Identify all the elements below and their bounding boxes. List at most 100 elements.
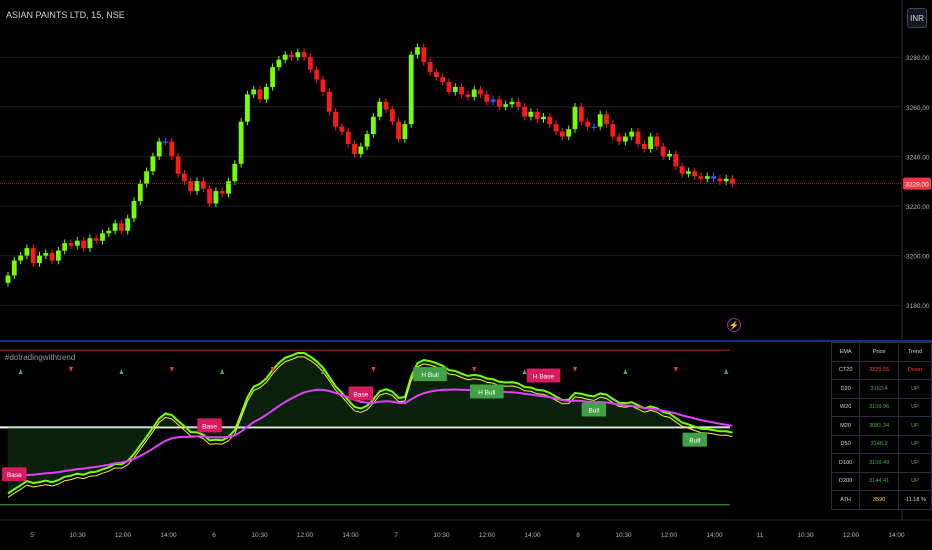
candle-body [686, 171, 691, 174]
candle-body [591, 126, 597, 128]
candle-body [673, 153, 679, 167]
candle-body [459, 86, 464, 95]
candle-body [421, 47, 427, 63]
candle-body [515, 101, 521, 107]
candle-body [326, 91, 332, 112]
candle-body [730, 178, 735, 184]
candle-body [566, 129, 572, 137]
time-tick-label: 10:30 [69, 532, 86, 539]
candle-body [364, 134, 370, 147]
candle-body [427, 62, 433, 73]
candle-body [276, 59, 282, 68]
lightning-icon[interactable]: ⚡ [727, 318, 741, 332]
candle-body [282, 54, 288, 60]
candle-body [144, 171, 149, 184]
candle-body [704, 176, 710, 179]
ema-row: M20 3081.34 UP [830, 416, 932, 436]
time-tick-label: 12:00 [843, 532, 860, 539]
signal-label-text: Base [7, 472, 22, 479]
candle-body [345, 131, 351, 144]
candle-body [37, 255, 42, 264]
candle-body [478, 89, 483, 95]
candle-body [578, 106, 584, 122]
ema-cell-name: D100 [830, 453, 861, 473]
candle-body [251, 89, 257, 95]
ema-row: CT20 3229.55 Down [830, 360, 932, 380]
ema-cell-price: 3148.2 [859, 434, 900, 454]
candle-body [641, 144, 647, 149]
candle-body [679, 166, 685, 174]
candle-body [270, 67, 275, 87]
candle-body [163, 141, 168, 143]
time-tick-label: 5 [30, 532, 34, 539]
candle-body [226, 181, 231, 194]
ema-cell-price: 3229.55 [859, 360, 900, 380]
ema-row: D100 3159.49 UP [830, 453, 932, 473]
candle-body [333, 111, 338, 127]
candle-body [24, 248, 30, 256]
candle-body [452, 86, 458, 92]
currency-button[interactable]: INR [907, 8, 927, 28]
candle-body [62, 243, 68, 251]
time-axis: 5 10:30 12:00 14:00 6 10:30 12:00 14:00 7 10:30 12… [30, 532, 905, 539]
candle-body [635, 131, 641, 144]
chart-canvas[interactable]: 3280.00 3260.00 3240.00 3220.00 3200.00 3180.… [0, 0, 932, 550]
candle-body [547, 116, 553, 125]
candle-body [87, 238, 93, 249]
candle-body [219, 191, 225, 194]
candle-body [68, 243, 74, 246]
ema-row: D50 3148.2 UP [830, 434, 932, 454]
candle-body [698, 176, 704, 179]
candle-body [484, 94, 490, 102]
candle-body [74, 240, 80, 246]
ema-cell-name: CT20 [830, 360, 861, 380]
signal-label-text: Bull [588, 407, 599, 414]
signal-label-text: H Bull [421, 372, 439, 379]
ema-cell-trend: UP [898, 416, 932, 436]
ema-cell-trend: UP [898, 379, 932, 399]
ema-row: D200 3144.41 UP [830, 471, 932, 491]
candle-body [528, 111, 534, 117]
candle-body [572, 106, 578, 130]
ema-cell-trend: UP [898, 471, 932, 491]
candle-body [213, 191, 219, 204]
candle-body [188, 181, 194, 192]
candle-body [434, 72, 439, 78]
candle-body [597, 114, 603, 127]
ema-cell-trend: UP [898, 397, 932, 417]
signal-label-text: Base [202, 423, 217, 430]
candle-body [156, 141, 162, 157]
buy-triangle [724, 369, 729, 374]
time-tick-label: 11 [757, 532, 764, 539]
sell-triangle [169, 367, 174, 372]
time-tick-label: 14:00 [160, 532, 177, 539]
time-tick-label: 14:00 [342, 532, 359, 539]
ema-cell-price: 3163.4 [859, 379, 900, 399]
time-tick-label: 12:00 [115, 532, 132, 539]
ema-header-ema: EMA [830, 342, 861, 362]
candle-body [301, 52, 307, 58]
candle-body [49, 253, 55, 261]
indicator-title: #dotradingwithtrend [5, 353, 76, 362]
candle-body [119, 223, 124, 231]
candle-body [5, 275, 11, 283]
ema-cell-price: 3159.49 [859, 453, 900, 473]
ema-cell-name: D50 [830, 434, 861, 454]
candle-body [18, 255, 23, 261]
ema-cell-name: W20 [830, 397, 861, 417]
time-tick-label: 10:30 [433, 532, 450, 539]
candle-body [245, 94, 250, 122]
time-tick-label: 14:00 [888, 532, 905, 539]
candle-body [352, 144, 357, 154]
ema-row: ATH 3590 -11.18 % [830, 490, 932, 510]
candle-body [408, 54, 414, 125]
candle-body [169, 141, 175, 157]
candle-body [150, 156, 156, 172]
signal-label-text: Base [353, 392, 368, 399]
candle-body [396, 121, 401, 140]
time-tick-label: 12:00 [661, 532, 678, 539]
candle-body [604, 114, 609, 125]
candle-body [289, 54, 294, 58]
price-tick-label: 3180.00 [906, 303, 930, 310]
ema-cell-name: M20 [830, 416, 861, 436]
